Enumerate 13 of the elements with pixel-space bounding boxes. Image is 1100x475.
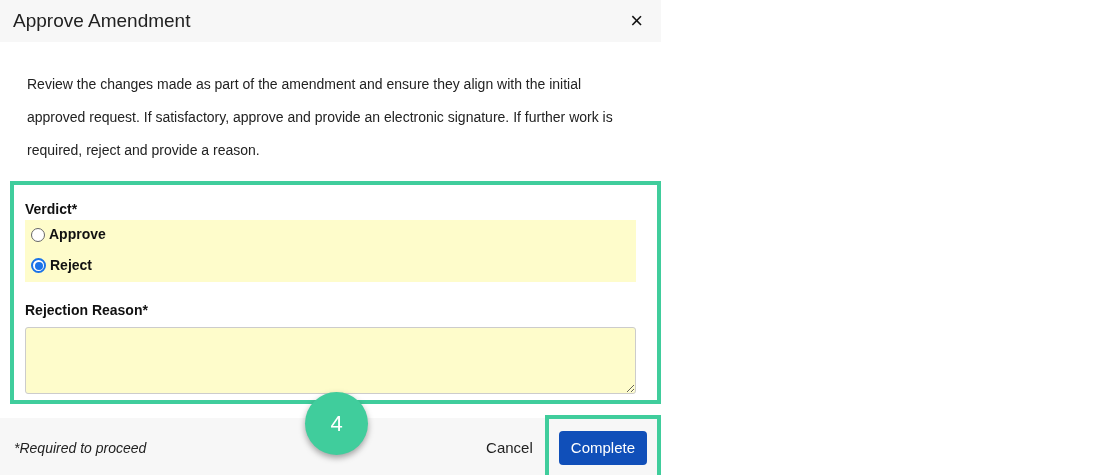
description-text: Review the changes made as part of the amendment and ensure they align with the initial approved request. If satisfactory, approve and provide an electronic signature. If further work is required, reject and provide a reason.	[26, 75, 614, 160]
cancel-button[interactable]: Cancel	[482, 436, 537, 460]
required-note: *Required to proceed	[14, 438, 147, 458]
dialog-title: Approve Amendment	[13, 8, 191, 33]
reason-label: Rejection Reason*	[25, 301, 149, 320]
radio-button[interactable]	[31, 258, 46, 273]
radio-option[interactable]: Reject	[31, 255, 630, 276]
verdict-label: Verdict*	[25, 200, 79, 219]
close-button[interactable]: ×	[630, 10, 643, 32]
radio-option[interactable]: Approve	[31, 224, 630, 245]
complete-button[interactable]: Complete	[558, 431, 647, 465]
reason-field[interactable]	[25, 327, 636, 394]
radio-button[interactable]	[31, 227, 45, 242]
